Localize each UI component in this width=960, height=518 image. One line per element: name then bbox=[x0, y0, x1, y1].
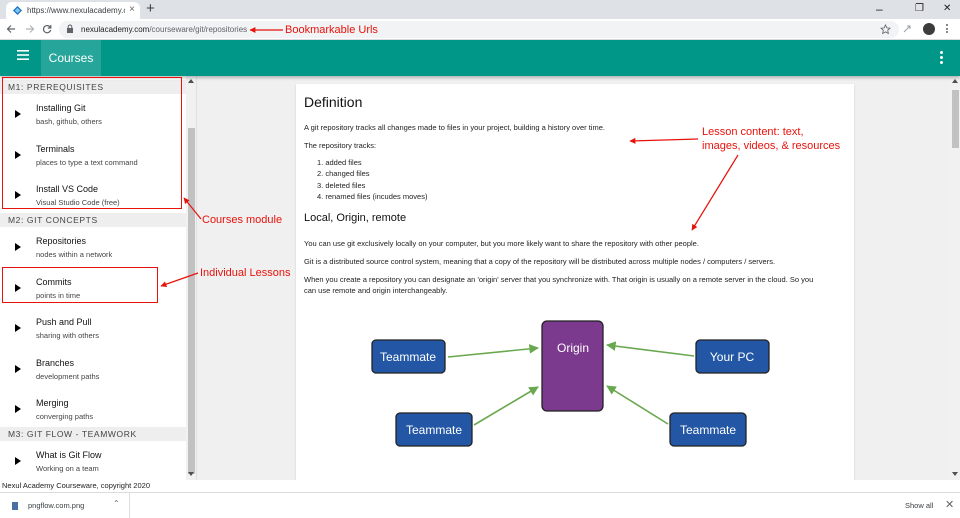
teammate-node: Teammate bbox=[371, 339, 446, 374]
new-tab-button[interactable]: + bbox=[146, 0, 155, 18]
extension-icon[interactable] bbox=[902, 24, 912, 34]
courses-module-annotation: Courses module bbox=[202, 214, 283, 226]
window-close-icon[interactable]: ✕ bbox=[943, 1, 951, 17]
address-bar[interactable]: nexulacademy.com/courseware/git/reposito… bbox=[59, 21, 899, 38]
tab-close-icon[interactable]: × bbox=[129, 4, 135, 15]
download-bar-close-icon[interactable]: ✕ bbox=[945, 498, 954, 511]
lesson-item[interactable]: Repositories nodes within a network bbox=[0, 227, 186, 267]
chevron-up-icon[interactable]: ⌃ bbox=[113, 499, 120, 508]
hamburger-icon[interactable] bbox=[17, 50, 29, 60]
lesson-content-annotation: images, videos, & resources bbox=[702, 140, 841, 152]
your-pc-node: Your PC bbox=[695, 339, 770, 374]
teammate-node: Teammate bbox=[669, 412, 747, 447]
lesson-item[interactable]: What is Git Flow Working on a team bbox=[0, 441, 186, 480]
url-path: /courseware/git/repositories bbox=[149, 25, 248, 34]
download-bar: pngflow.com.png ⌃ Show all ✕ bbox=[0, 492, 960, 518]
content-scrollbar[interactable] bbox=[950, 76, 960, 480]
paragraph: When you create a repository you can des… bbox=[304, 275, 814, 284]
your-pc-label: Your PC bbox=[710, 350, 755, 364]
lesson-item[interactable]: Push and Pull sharing with others bbox=[0, 308, 186, 348]
bookmarkable-urls-annotation: Bookmarkable Urls bbox=[285, 24, 378, 36]
paragraph: can use remote and origin interchangeabl… bbox=[304, 286, 448, 295]
list-item: 4. renamed files (incudes moves) bbox=[317, 192, 428, 201]
courses-button[interactable]: Courses bbox=[41, 40, 101, 76]
download-item[interactable]: pngflow.com.png ⌃ bbox=[0, 493, 130, 518]
content-scroll-thumb[interactable] bbox=[952, 90, 959, 148]
origin-node: Origin bbox=[541, 320, 604, 412]
paragraph: You can use git exclusively locally on y… bbox=[304, 239, 699, 248]
url-text[interactable]: nexulacademy.com/courseware/git/reposito… bbox=[81, 25, 247, 34]
tab-title: https://www.nexulacademy.com bbox=[27, 6, 125, 15]
lesson-title: Branches bbox=[36, 358, 75, 368]
image-file-icon bbox=[12, 502, 18, 510]
lesson-heading: Definition bbox=[304, 94, 363, 110]
scroll-down-icon[interactable] bbox=[952, 472, 958, 476]
show-all-button[interactable]: Show all bbox=[905, 501, 933, 510]
browser-tab-strip: https://www.nexulacademy.com × + – ❐ ✕ bbox=[0, 0, 960, 19]
origin-label: Origin bbox=[557, 341, 589, 355]
individual-lesson-highlight bbox=[2, 267, 158, 303]
sidebar-scroll-thumb[interactable] bbox=[188, 128, 195, 474]
play-icon bbox=[15, 243, 21, 251]
browser-toolbar: nexulacademy.com/courseware/git/reposito… bbox=[0, 19, 960, 40]
lesson-subtitle: converging paths bbox=[36, 412, 94, 421]
lock-icon bbox=[67, 24, 73, 33]
browser-menu-icon[interactable] bbox=[946, 24, 949, 33]
play-icon bbox=[15, 405, 21, 413]
bookmark-star-icon[interactable] bbox=[880, 24, 891, 35]
browser-tab[interactable]: https://www.nexulacademy.com × bbox=[6, 2, 140, 19]
app-bar: Courses bbox=[0, 40, 960, 76]
scroll-down-icon[interactable] bbox=[188, 472, 194, 476]
site-favicon-icon bbox=[13, 6, 22, 15]
play-icon bbox=[15, 457, 21, 465]
individual-lessons-annotation: Individual Lessons bbox=[200, 267, 291, 279]
repository-diagram: Origin Teammate Your PC Teammate Teammat… bbox=[371, 320, 770, 447]
lesson-content-annotation: Lesson content: text, bbox=[702, 126, 804, 138]
teammate-node: Teammate bbox=[395, 412, 473, 447]
play-icon bbox=[15, 324, 21, 332]
list-item: 2. changed files bbox=[317, 169, 370, 178]
list-item: 3. deleted files bbox=[317, 181, 366, 190]
module-header: M2: GIT CONCEPTS bbox=[0, 213, 186, 227]
lesson-item[interactable]: Merging converging paths bbox=[0, 389, 186, 429]
lesson-title: Merging bbox=[36, 398, 69, 408]
sidebar-scrollbar[interactable] bbox=[186, 76, 196, 480]
reload-icon[interactable] bbox=[42, 24, 52, 34]
download-filename: pngflow.com.png bbox=[28, 501, 85, 510]
module-header: M3: GIT FLOW - TEAMWORK bbox=[0, 427, 186, 441]
lesson-subtitle: Working on a team bbox=[36, 464, 99, 473]
intro-paragraph: A git repository tracks all changes made… bbox=[304, 123, 605, 132]
lesson-item[interactable]: Branches development paths bbox=[0, 349, 186, 389]
profile-avatar[interactable] bbox=[923, 23, 935, 35]
courses-module-highlight bbox=[2, 77, 182, 209]
lesson-subtitle: sharing with others bbox=[36, 331, 99, 340]
page-footer: Nexul Academy Courseware, copyright 2020 bbox=[0, 480, 960, 492]
teammate-label: Teammate bbox=[380, 350, 436, 364]
teammate-label: Teammate bbox=[406, 423, 462, 437]
restore-icon[interactable]: ❐ bbox=[915, 1, 924, 17]
forward-icon[interactable] bbox=[25, 24, 35, 34]
paragraph: Git is a distributed source control syst… bbox=[304, 257, 776, 266]
lesson-title: Push and Pull bbox=[36, 317, 92, 327]
more-vert-icon[interactable] bbox=[940, 51, 944, 66]
tracks-label: The repository tracks: bbox=[304, 141, 377, 150]
lesson-subtitle: nodes within a network bbox=[36, 250, 113, 259]
minimize-icon[interactable]: – bbox=[876, 1, 883, 17]
lesson-subtitle: development paths bbox=[36, 372, 100, 381]
scroll-up-icon[interactable] bbox=[952, 79, 958, 83]
list-item: 1. added files bbox=[317, 158, 362, 167]
lesson-title: Repositories bbox=[36, 236, 87, 246]
url-domain: nexulacademy.com bbox=[81, 25, 150, 34]
play-icon bbox=[15, 365, 21, 373]
scroll-up-icon[interactable] bbox=[188, 79, 194, 83]
teammate-label: Teammate bbox=[680, 423, 736, 437]
lesson-title: What is Git Flow bbox=[36, 450, 102, 460]
section-heading: Local, Origin, remote bbox=[304, 212, 407, 224]
back-icon[interactable] bbox=[6, 24, 16, 34]
